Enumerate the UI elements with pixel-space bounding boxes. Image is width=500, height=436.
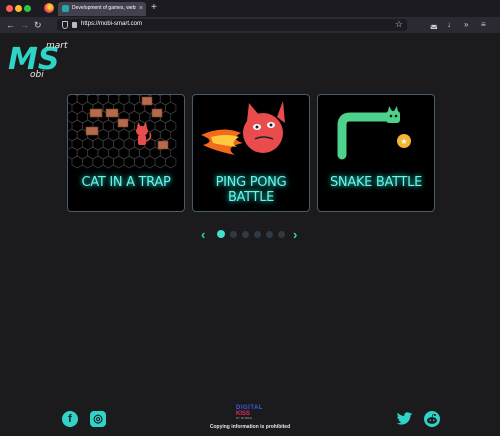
game-card-ping-pong-battle[interactable]: PING PONG BATTLE [192, 94, 310, 212]
carousel-dot-4[interactable] [254, 231, 261, 238]
card-title: CAT IN A TRAP [81, 175, 171, 190]
hex-cell [71, 155, 83, 169]
carousel-dot-3[interactable] [242, 231, 249, 238]
games-carousel: CAT IN A TRAP PING PONG BATTLE ★ SNAKE B… [67, 94, 435, 212]
maximize-window-button[interactable] [24, 5, 31, 12]
downloads-icon[interactable]: ↓ [447, 20, 451, 30]
game-card-snake-battle[interactable]: ★ SNAKE BATTLE [317, 94, 435, 212]
hex-cell [159, 95, 172, 106]
address-bar[interactable]: https://mobi-smart.com ☆ [57, 19, 407, 31]
carousel-dot-2[interactable] [230, 231, 237, 238]
cat-in-trap-illustration [68, 95, 177, 169]
close-window-button[interactable] [6, 5, 13, 12]
reddit-alien-glyph [427, 414, 437, 424]
back-button[interactable]: ← [6, 19, 15, 31]
logo-mart-text: mart [46, 41, 68, 51]
card-title-line1: PING PONG [215, 175, 287, 190]
twitter-icon[interactable] [396, 412, 413, 426]
hex-cell [76, 95, 89, 106]
hex-cell [102, 155, 114, 169]
hex-cell [134, 155, 146, 169]
carousel-next-arrow[interactable]: › [293, 228, 297, 242]
carousel-dot-5[interactable] [266, 231, 273, 238]
carousel-dot-6[interactable] [278, 231, 285, 238]
mobi-smart-logo[interactable]: MS mart obi [8, 39, 70, 79]
logo-obi-text: obi [30, 70, 44, 79]
pocket-icon[interactable]: ◛ [430, 20, 438, 30]
tab-title: Development of games, website [72, 5, 136, 11]
snake-illustration: ★ [337, 106, 411, 160]
page-content: MS mart obi CAT IN A TRAP PING PONG BATT… [0, 33, 500, 436]
hex-cell [118, 95, 130, 106]
lock-icon[interactable] [72, 22, 77, 28]
cat-icon [136, 122, 152, 145]
hex-cell [97, 95, 109, 106]
tab-strip: Development of games, website × + [0, 0, 500, 17]
tab-active[interactable]: Development of games, website × [58, 2, 146, 16]
forward-button[interactable]: → [20, 19, 29, 31]
digital-kiss-logo[interactable]: DIGITAL KISS BY MOBILE [236, 405, 270, 421]
card-title: SNAKE BATTLE [329, 175, 423, 190]
hex-cell [154, 155, 166, 169]
hex-cell [68, 95, 78, 106]
hex-cell [108, 95, 120, 106]
hex-cell [123, 155, 135, 169]
new-tab-button[interactable]: + [151, 2, 157, 14]
navigation-toolbar: ← → ↻ https://mobi-smart.com ☆ ◛ ↓ » ≡ [0, 17, 500, 33]
tab-close-button[interactable]: × [139, 4, 143, 13]
svg-text:★: ★ [400, 137, 407, 146]
hex-cell [113, 155, 125, 169]
hex-cell [87, 95, 99, 106]
tracking-protection-shield-icon[interactable] [62, 21, 68, 29]
card-title-line2: BATTLE [227, 190, 275, 205]
browser-window: Development of games, website × + ← → ↻ … [0, 0, 500, 436]
carousel-prev-arrow[interactable]: ‹ [201, 228, 205, 242]
extensions-icon[interactable]: » [464, 20, 468, 30]
reload-button[interactable]: ↻ [34, 19, 42, 31]
menu-icon[interactable]: ≡ [481, 20, 486, 30]
hex-cell [144, 155, 156, 169]
hex-cell [92, 155, 104, 169]
game-card-cat-in-a-trap[interactable]: CAT IN A TRAP [67, 94, 185, 212]
url-text[interactable]: https://mobi-smart.com [81, 21, 142, 27]
hex-cell [81, 155, 94, 169]
minimize-window-button[interactable] [15, 5, 22, 12]
carousel-dot-1[interactable] [217, 230, 225, 238]
site-favicon-icon [62, 5, 69, 12]
digital-kiss-line3: BY MOBILE [236, 416, 253, 420]
hex-cell [128, 95, 140, 106]
reddit-icon[interactable] [424, 411, 440, 427]
hex-cell [165, 155, 177, 169]
firefox-icon[interactable] [44, 3, 54, 13]
bookmark-star-icon[interactable]: ☆ [395, 19, 403, 30]
